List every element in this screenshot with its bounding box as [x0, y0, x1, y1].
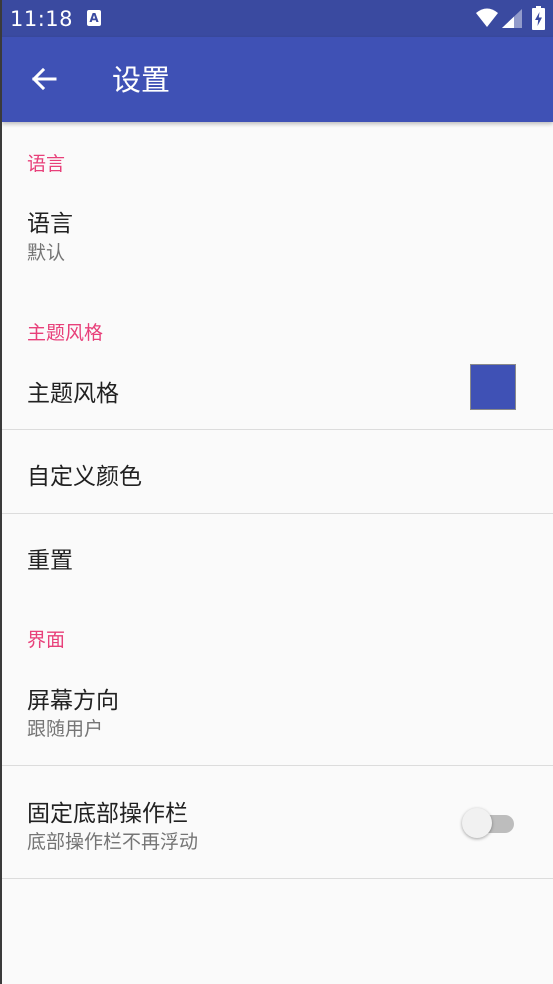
- pref-language-title: 语言: [27, 211, 73, 237]
- pref-fixed-bottom-bar[interactable]: 固定底部操作栏 底部操作栏不再浮动: [2, 766, 553, 878]
- category-header-theme: 主题风格: [27, 322, 104, 344]
- app-bar: 设置: [2, 37, 553, 122]
- pref-reset-title: 重置: [27, 548, 73, 574]
- battery-charging-icon: [532, 6, 545, 30]
- pref-theme[interactable]: 主题风格: [2, 350, 553, 428]
- signal-icon: [502, 9, 522, 28]
- category-header-interface: 界面: [27, 629, 66, 651]
- divider: [2, 878, 553, 879]
- category-header-language: 语言: [27, 153, 66, 175]
- pref-language-summary: 默认: [27, 242, 66, 264]
- pref-language[interactable]: 语言 默认: [2, 190, 553, 278]
- fixed-bar-switch[interactable]: [462, 806, 514, 838]
- wifi-icon: [476, 8, 498, 27]
- switch-thumb: [462, 808, 492, 838]
- status-bar: 11:18 A: [2, 0, 553, 37]
- arrow-left-icon: [31, 67, 57, 91]
- pref-theme-title: 主题风格: [27, 381, 119, 407]
- pref-screen-orientation[interactable]: 屏幕方向 跟随用户: [2, 665, 553, 765]
- notification-a-icon: A: [87, 10, 101, 26]
- settings-screen: 11:18 A 设置 语言 语言 默认 主题风格 主题风格 自定义颜色 重置 界…: [0, 0, 553, 984]
- page-title: 设置: [112, 63, 171, 97]
- pref-fixed-bar-title: 固定底部操作栏: [27, 801, 188, 827]
- back-button[interactable]: [20, 55, 68, 103]
- pref-custom-color[interactable]: 自定义颜色: [2, 430, 553, 513]
- theme-color-swatch: [470, 364, 516, 410]
- pref-custom-color-title: 自定义颜色: [27, 464, 142, 490]
- pref-orientation-title: 屏幕方向: [27, 688, 119, 714]
- status-time: 11:18: [10, 7, 74, 31]
- pref-fixed-bar-summary: 底部操作栏不再浮动: [27, 831, 199, 853]
- pref-reset[interactable]: 重置: [2, 514, 553, 596]
- pref-orientation-summary: 跟随用户: [27, 718, 104, 740]
